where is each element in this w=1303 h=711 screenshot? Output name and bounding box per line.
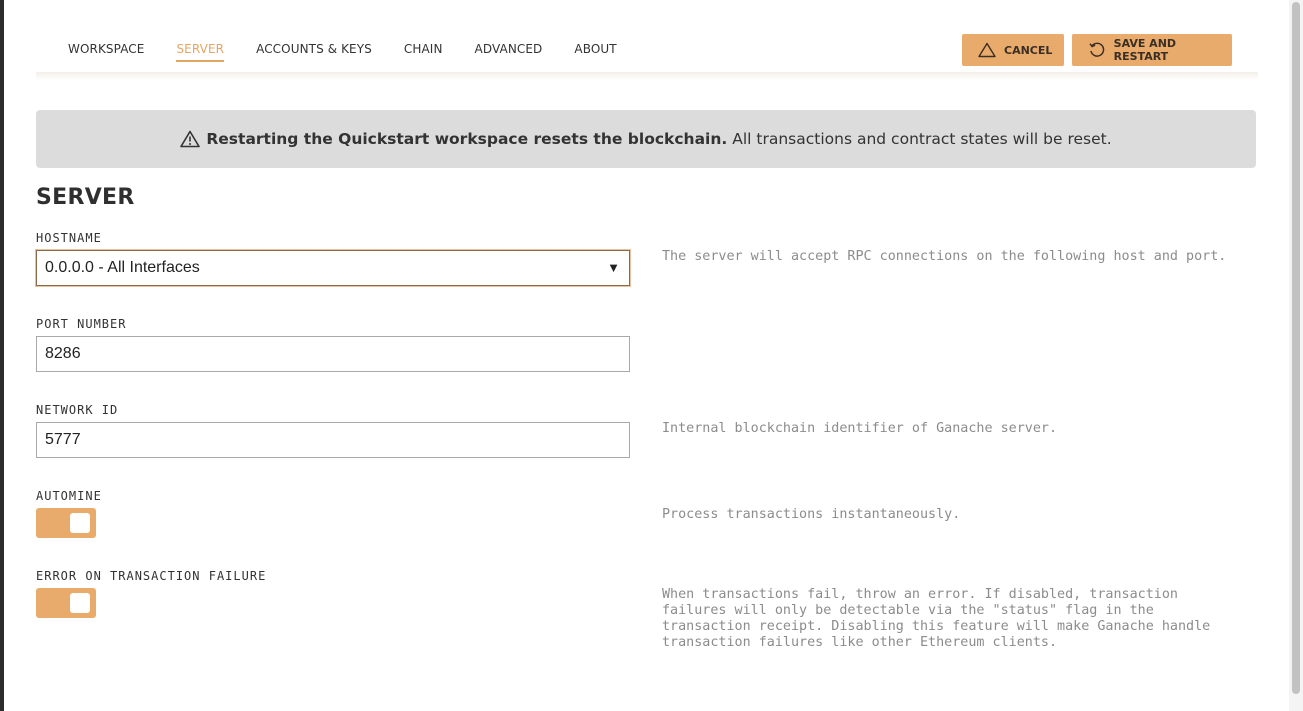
vertical-scrollbar[interactable] [1289,0,1303,711]
tab-accounts-keys[interactable]: ACCOUNTS & KEYS [256,42,372,62]
cancel-label: CANCEL [1004,43,1053,57]
window-edge [0,0,4,711]
scrollbar-thumb[interactable] [1292,2,1300,694]
restart-warning-banner: Restarting the Quickstart workspace rese… [36,110,1256,168]
automine-toggle[interactable] [36,508,96,538]
restart-icon [1089,42,1105,57]
warning-icon [180,130,201,148]
top-navigation: WORKSPACE SERVER ACCOUNTS & KEYS CHAIN A… [36,28,1258,80]
header-divider [36,72,1258,80]
error-on-failure-description: When transactions fail, throw an error. … [662,587,1210,651]
save-label: SAVE AND RESTART [1113,37,1177,63]
network-id-description: Internal blockchain identifier of Ganach… [662,421,1058,436]
automine-label: AUTOMINE [36,489,102,503]
network-id-label: NETWORK ID [36,403,119,417]
toggle-knob [70,593,90,613]
error-on-failure-label: ERROR ON TRANSACTION FAILURE [36,569,267,583]
automine-description: Process transactions instantaneously. [662,507,961,522]
network-id-input[interactable]: 5777 [36,422,630,458]
network-id-value: 5777 [45,431,81,448]
banner-text: All transactions and contract states wil… [732,130,1112,148]
save-and-restart-button[interactable]: SAVE AND RESTART [1072,34,1232,66]
description-line: failures will only be detectable via the… [662,603,1154,618]
tab-chain[interactable]: CHAIN [404,42,443,62]
warning-icon [978,42,996,58]
tab-workspace[interactable]: WORKSPACE [68,42,144,62]
banner-bold-text: Restarting the Quickstart workspace rese… [206,130,728,148]
port-value: 8286 [45,345,81,362]
port-input[interactable]: 8286 [36,336,630,372]
settings-tabs: WORKSPACE SERVER ACCOUNTS & KEYS CHAIN A… [68,42,649,62]
hostname-value: 0.0.0.0 - All Interfaces [45,259,200,276]
tab-about[interactable]: ABOUT [574,42,616,62]
description-line: When transactions fail, throw an error. … [662,587,1178,602]
description-line: transaction failures like other Ethereum… [662,635,1058,650]
port-label: PORT NUMBER [36,317,127,331]
hostname-select[interactable]: 0.0.0.0 - All Interfaces ▼ [36,250,630,286]
tab-server[interactable]: SERVER [176,42,225,62]
hostname-description: The server will accept RPC connections o… [662,249,1227,264]
hostname-label: HOSTNAME [36,231,102,245]
dropdown-arrow-icon: ▼ [607,260,620,275]
description-line: transaction receipt. Disabling this feat… [662,619,1211,634]
page-title: SERVER [36,185,135,210]
error-on-failure-toggle[interactable] [36,588,96,618]
tab-advanced[interactable]: ADVANCED [475,42,543,62]
toggle-knob [70,513,90,533]
cancel-button[interactable]: CANCEL [962,34,1064,66]
